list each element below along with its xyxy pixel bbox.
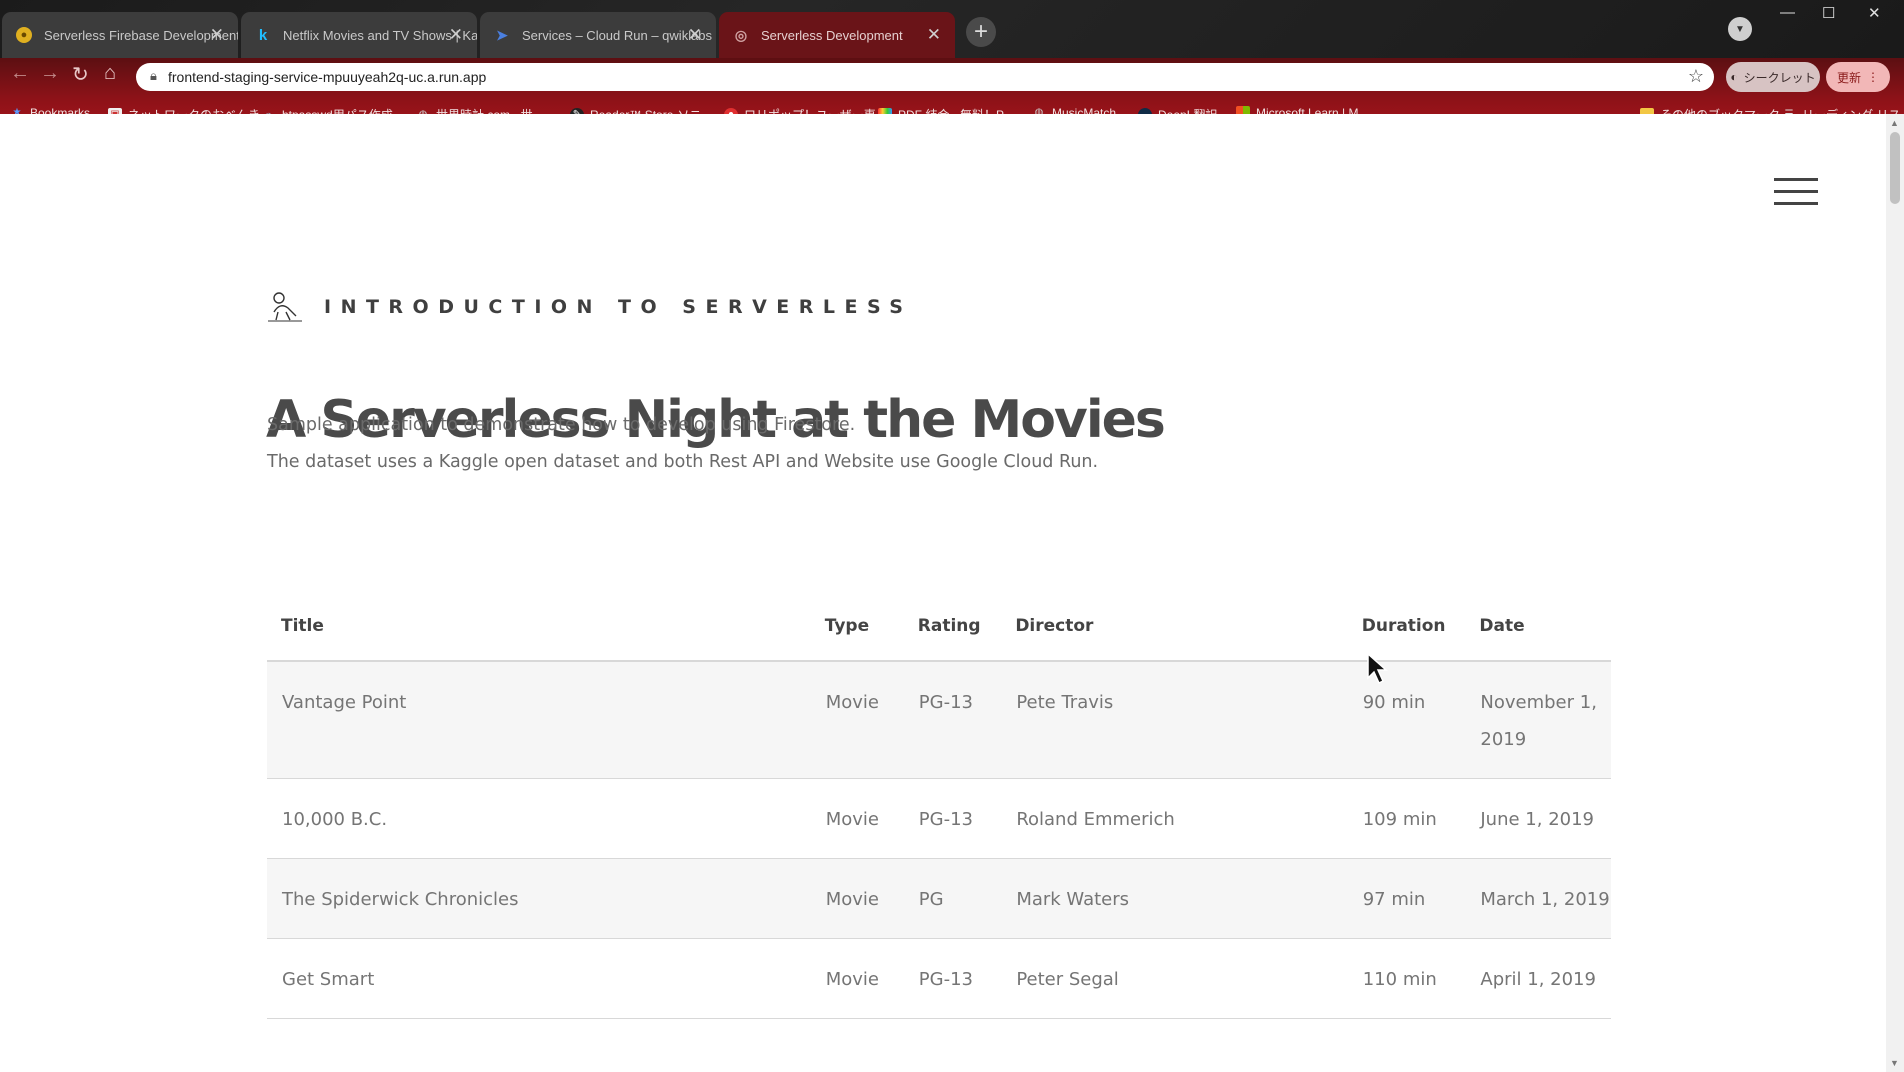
- scroll-thumb[interactable]: [1890, 132, 1900, 204]
- incognito-badge[interactable]: ◐ シークレット: [1726, 62, 1820, 92]
- cell-title: 10,000 B.C.: [267, 778, 811, 859]
- cell-duration: 109 min: [1347, 778, 1466, 859]
- address-bar[interactable]: 🔒︎ frontend-staging-service-mpuuyeah2q-u…: [136, 63, 1714, 91]
- column-header-date[interactable]: Date: [1465, 592, 1611, 662]
- update-button[interactable]: 更新 ⋮: [1826, 62, 1890, 92]
- cell-director: Mark Waters: [1001, 858, 1348, 939]
- column-header-rating[interactable]: Rating: [903, 592, 1002, 662]
- cell-duration: 97 min: [1347, 858, 1466, 939]
- table-row[interactable]: 10,000 B.C. Movie PG-13 Roland Emmerich …: [267, 778, 1611, 859]
- cell-duration: 110 min: [1347, 938, 1466, 1019]
- cell-date: November 1, 2019: [1465, 661, 1611, 779]
- hamburger-menu-icon[interactable]: [1774, 178, 1818, 206]
- reload-icon[interactable]: ↻: [72, 62, 89, 87]
- cell-title: Vantage Point: [267, 661, 811, 779]
- column-header-type[interactable]: Type: [810, 592, 904, 662]
- table-row[interactable]: The Spiderwick Chronicles Movie PG Mark …: [267, 858, 1611, 939]
- url-text[interactable]: frontend-staging-service-mpuuyeah2q-uc.a…: [168, 69, 486, 85]
- brand-header: INTRODUCTION TO SERVERLESS: [266, 290, 913, 324]
- globe-icon: ◎: [734, 26, 748, 43]
- scroll-up-icon[interactable]: ▲: [1890, 118, 1899, 128]
- cell-date: March 1, 2019: [1465, 858, 1611, 939]
- bookmark-star-icon[interactable]: ☆: [1688, 66, 1704, 87]
- cell-director: Pete Travis: [1001, 661, 1348, 779]
- cell-type: Movie: [810, 778, 904, 859]
- menu-dots-icon: ⋮: [1867, 70, 1879, 84]
- table-row[interactable]: Vantage Point Movie PG-13 Pete Travis 90…: [267, 661, 1611, 779]
- cell-director: Roland Emmerich: [1001, 778, 1348, 859]
- forward-icon[interactable]: →: [40, 62, 60, 85]
- cell-rating: PG-13: [903, 661, 1002, 779]
- window-close-icon[interactable]: ✕: [1868, 4, 1881, 22]
- close-icon[interactable]: ✕: [688, 25, 702, 45]
- close-icon[interactable]: ✕: [449, 25, 463, 45]
- tab-title: Services – Cloud Run – qwiklabs: [522, 27, 713, 43]
- mouse-cursor-icon: [1367, 652, 1388, 685]
- column-header-duration[interactable]: Duration: [1347, 592, 1466, 662]
- close-icon[interactable]: ✕: [210, 25, 224, 45]
- home-icon[interactable]: ⌂: [104, 62, 116, 85]
- maximize-icon[interactable]: ☐: [1822, 4, 1835, 22]
- brand-text: INTRODUCTION TO SERVERLESS: [324, 296, 913, 318]
- brand-logo-icon: [268, 292, 302, 322]
- description-line-1: Sample application to demonstrate how to…: [267, 415, 856, 435]
- minimize-icon[interactable]: —: [1780, 4, 1795, 21]
- tab-cloud-run[interactable]: ➤ Services – Cloud Run – qwiklabs ✕: [480, 12, 716, 58]
- cell-rating: PG-13: [903, 938, 1002, 1019]
- scroll-down-icon[interactable]: ▼: [1890, 1058, 1899, 1068]
- cloud-run-icon: ➤: [496, 26, 508, 43]
- update-label: 更新: [1836, 70, 1861, 85]
- column-header-title[interactable]: Title: [267, 592, 811, 662]
- table-header-row: Title Type Rating Director Duration Date: [267, 592, 1611, 662]
- column-header-director[interactable]: Director: [1001, 592, 1348, 662]
- table-row[interactable]: Get Smart Movie PG-13 Peter Segal 110 mi…: [267, 938, 1611, 1019]
- new-tab-button[interactable]: +: [966, 17, 996, 47]
- incognito-icon: ◐: [1730, 70, 1738, 84]
- tab-title: Serverless Development: [761, 27, 903, 43]
- firebase-icon: ●: [16, 27, 32, 43]
- lock-icon[interactable]: 🔒︎: [150, 68, 157, 84]
- cell-rating: PG-13: [903, 778, 1002, 859]
- incognito-label: シークレット: [1743, 70, 1816, 85]
- cell-date: April 1, 2019: [1465, 938, 1611, 1019]
- tab-serverless-development[interactable]: ◎ Serverless Development ✕: [719, 12, 955, 58]
- cell-type: Movie: [810, 661, 904, 779]
- movies-table: Title Type Rating Director Duration Date…: [267, 592, 1611, 1019]
- cell-type: Movie: [810, 858, 904, 939]
- cell-director: Peter Segal: [1001, 938, 1348, 1019]
- tab-netflix-kaggle[interactable]: k Netflix Movies and TV Shows | Kaggle ✕: [241, 12, 477, 58]
- cell-rating: PG: [903, 858, 1002, 939]
- tab-serverless-firebase[interactable]: ● Serverless Firebase Development ✕: [2, 12, 238, 58]
- page-viewport: INTRODUCTION TO SERVERLESS A Serverless …: [0, 114, 1886, 1072]
- cell-title: The Spiderwick Chronicles: [267, 858, 811, 939]
- cell-title: Get Smart: [267, 938, 811, 1019]
- back-icon[interactable]: ←: [10, 62, 30, 85]
- description-line-2: The dataset uses a Kaggle open dataset a…: [267, 452, 1099, 472]
- cell-type: Movie: [810, 938, 904, 1019]
- tab-search-icon[interactable]: ▼: [1728, 17, 1752, 41]
- vertical-scrollbar[interactable]: ▲ ▼: [1886, 114, 1904, 1072]
- tab-strip: ● Serverless Firebase Development ✕ k Ne…: [0, 0, 1904, 58]
- cell-date: June 1, 2019: [1465, 778, 1611, 859]
- close-icon[interactable]: ✕: [927, 25, 941, 45]
- kaggle-icon: k: [258, 26, 268, 44]
